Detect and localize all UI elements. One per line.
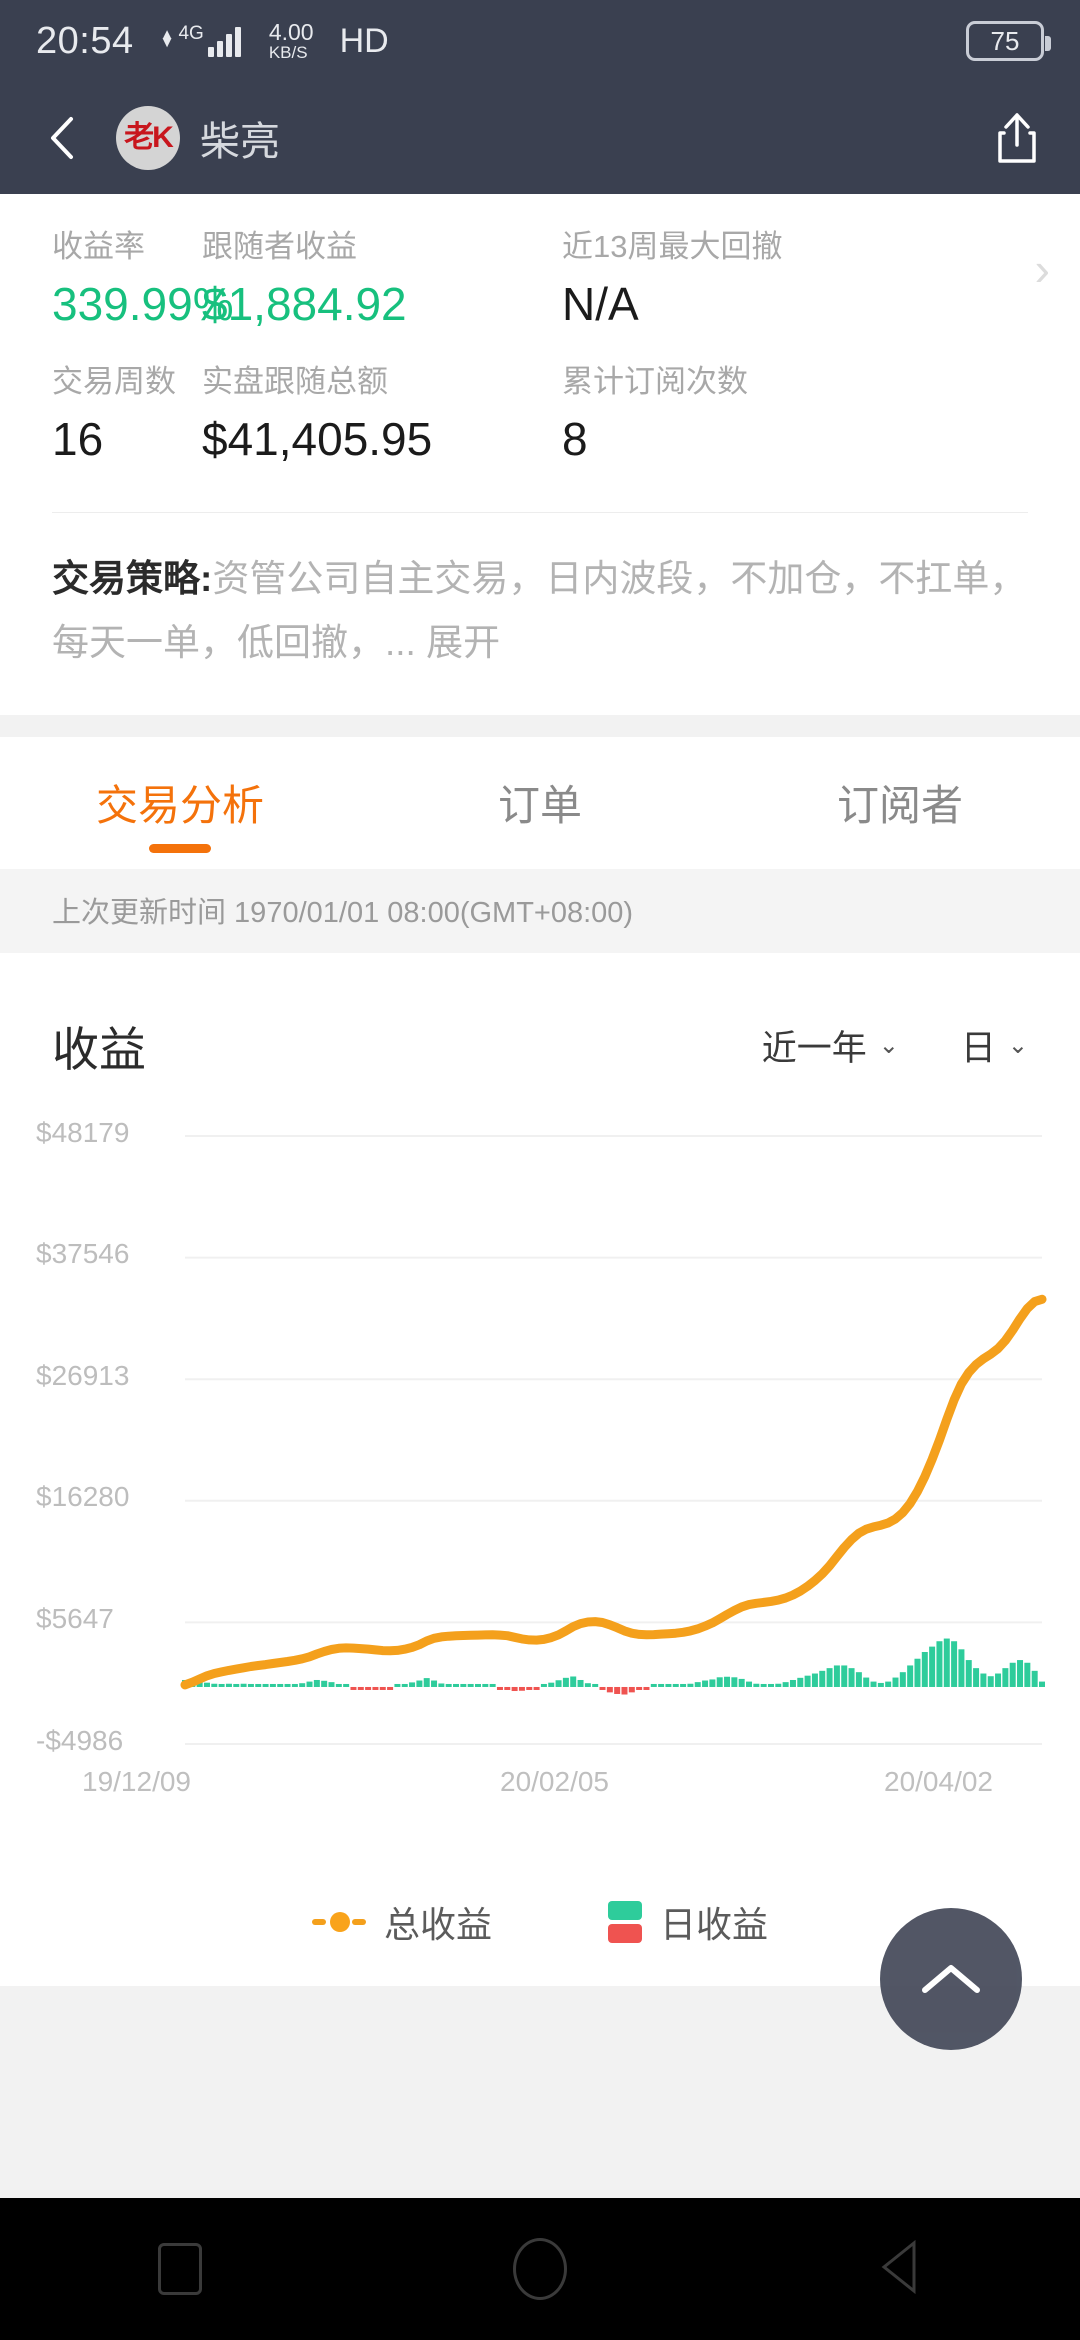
phone-screen: 20:54 ▲ ▼ 4G 4.00 KB/S HD 75 老K 柴亮 收益率 3… [0,0,1080,2340]
range-select-label: 近一年 [761,1028,867,1068]
legend-item-total-profit[interactable]: 总收益 [311,1896,492,1948]
bar-marker-icon [608,1900,642,1943]
back-triangle-icon [881,2239,916,2294]
x-axis-tick-label: 20/04/02 [884,1765,993,1797]
android-nav-bar [0,2198,1080,2340]
stat-label: 跟随者收益 [202,229,357,264]
stat-follower-profit: 跟随者收益 $1,884.92 [202,224,562,337]
chart-filters: 近一年 ⌄ 日 ⌄ [762,1020,1028,1071]
legend-item-daily-profit[interactable]: 日收益 [608,1896,768,1948]
x-axis-tick-label: 19/12/09 [82,1765,191,1797]
network-speed: 4.00 KB/S [268,19,314,62]
legend-label: 总收益 [383,1903,492,1945]
tab-bar: 交易分析 订单 订阅者 [0,736,1080,869]
legend-label: 日收益 [660,1903,769,1945]
status-bar: 20:54 ▲ ▼ 4G 4.00 KB/S HD 75 [0,0,1080,82]
speed-value: 4.00 [268,19,314,45]
strategy-section[interactable]: 交易策略:资管公司自主交易，日内波段，不加仓，不扛单，每天一单，低回撤，... … [0,513,1080,715]
chart-header: 收益 近一年 ⌄ 日 ⌄ [0,1011,1080,1080]
period-select-label: 日 [960,1028,996,1068]
avatar[interactable]: 老K [116,106,180,170]
stat-value: 339.99% [52,277,234,330]
y-axis-tick-label: $26913 [36,1359,130,1391]
network-indicator: ▲ ▼ 4G [159,23,241,57]
y-axis-tick-label: -$4986 [36,1724,124,1756]
strategy-expand-link[interactable]: 展开 [426,622,500,663]
chevron-down-icon: ⌄ [1007,1031,1028,1059]
x-axis-tick-label: 20/02/05 [500,1765,609,1797]
stats-card: 收益率 339.99% 跟随者收益 $1,884.92 近13周最大回撤 N/A… [0,194,1080,715]
data-arrows-icon: ▲ ▼ [159,26,175,51]
stat-max-drawdown: 近13周最大回撤 N/A [562,224,782,337]
stat-total-subscriptions: 累计订阅次数 8 [562,359,748,472]
strategy-title: 交易策略: [52,558,213,600]
tab-orders[interactable]: 订单 [360,737,720,869]
recents-square-icon [158,2243,202,2295]
tab-label: 订单 [497,782,582,830]
tab-subscribers[interactable]: 订阅者 [720,737,1080,869]
status-bar-left: 20:54 ▲ ▼ 4G 4.00 KB/S HD [36,20,389,63]
y-axis-tick-label: $48179 [36,1116,130,1148]
chart-title: 收益 [52,1022,146,1076]
chevron-right-icon[interactable]: › [1035,246,1050,292]
nav-home-button[interactable] [360,2238,720,2300]
stat-label: 近13周最大回撤 [562,229,783,264]
earnings-chart-card: 收益 近一年 ⌄ 日 ⌄ $48179 $37546 $26913 $16280 $56… [0,952,1080,1986]
tab-trade-analysis[interactable]: 交易分析 [0,737,360,869]
network-type-label: 4G [178,23,204,44]
share-icon [998,113,1036,163]
stat-label: 累计订阅次数 [562,364,748,400]
stats-row-1[interactable]: 收益率 339.99% 跟随者收益 $1,884.92 近13周最大回撤 N/A… [0,224,1080,359]
section-gap [0,714,1080,737]
scroll-to-top-button[interactable] [880,1908,1022,2050]
stat-label: 交易周数 [52,364,176,400]
back-button[interactable] [34,110,90,166]
share-button[interactable] [988,107,1046,169]
stat-total-following-amount: 实盘跟随总额 $41,405.95 [202,359,562,472]
stat-return-rate: 收益率 339.99% [52,224,234,337]
home-circle-icon [513,2238,567,2300]
line-dot-marker-icon [311,1911,366,1933]
speed-unit: KB/S [268,43,308,62]
chart-plot-area[interactable]: $48179 $37546 $26913 $16280 $5647 -$4986 19/1… [0,1117,1080,1862]
period-select[interactable]: 日 ⌄ [961,1020,1028,1071]
avatar-label: 老K [124,121,174,154]
status-time: 20:54 [36,19,134,62]
stat-label: 收益率 [52,229,145,264]
chart-svg [180,1134,1047,1745]
stat-value: N/A [562,277,639,330]
nav-recents-button[interactable] [0,2243,360,2295]
app-bar: 老K 柴亮 [0,82,1080,194]
range-select[interactable]: 近一年 ⌄ [762,1020,899,1071]
stat-value: $1,884.92 [202,277,407,330]
tab-label: 交易分析 [95,782,264,830]
y-axis-tick-label: $5647 [36,1603,114,1635]
chevron-up-icon [922,1965,980,1993]
nav-back-button[interactable] [720,2239,1080,2300]
stat-label: 实盘跟随总额 [202,364,388,400]
hd-label: HD [339,21,389,60]
signal-bars-icon [207,25,241,57]
stats-row-2: 交易周数 16 实盘跟随总额 $41,405.95 累计订阅次数 8 [0,359,1080,512]
chevron-down-icon: ⌄ [878,1031,899,1059]
last-updated-text: 上次更新时间 1970/01/01 08:00(GMT+08:00) [0,868,1080,953]
stat-value: $41,405.95 [202,412,433,465]
stat-value: 8 [562,412,588,465]
stat-trading-weeks: 交易周数 16 [52,359,202,472]
account-name: 柴亮 [200,120,280,164]
stat-value: 16 [52,412,104,465]
chevron-left-icon [51,117,73,159]
y-axis-tick-label: $16280 [36,1481,130,1513]
y-axis-tick-label: $37546 [36,1238,130,1270]
battery-icon: 75 [966,21,1051,61]
tab-label: 订阅者 [836,782,963,830]
status-bar-right: 75 [966,21,1051,61]
